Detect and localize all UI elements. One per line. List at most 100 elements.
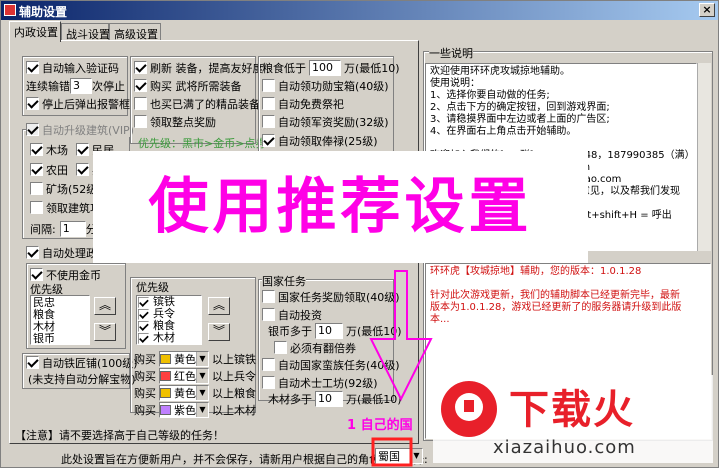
- color-select[interactable]: 黄色 ▼: [159, 384, 209, 401]
- bld-label: 农田: [46, 163, 68, 177]
- auto-row-3[interactable]: 自动领军资奖励(32级): [262, 114, 389, 129]
- checkbox[interactable]: [26, 123, 39, 136]
- buy-suffix: 以上木材: [212, 403, 256, 417]
- double-row[interactable]: 必须有翻倍券: [274, 340, 356, 355]
- checkbox[interactable]: [26, 61, 39, 74]
- dropdown-arrow-icon[interactable]: ▼: [196, 385, 208, 400]
- double-label: 必须有翻倍券: [290, 341, 356, 355]
- checkbox[interactable]: [30, 143, 43, 156]
- note-line: 欢迎使用环环虎攻城掠地辅助。: [430, 66, 570, 77]
- checkbox[interactable]: [137, 332, 150, 344]
- checkbox[interactable]: [30, 182, 43, 195]
- color-select[interactable]: 红色 ▼: [159, 367, 209, 384]
- wrong-count-suffix: 次停止: [92, 79, 125, 93]
- list-item[interactable]: 木材: [137, 332, 201, 344]
- wood-label: 木材多于: [268, 392, 312, 406]
- grain-row: 粮食低于 100 万(最低10): [262, 59, 400, 76]
- checkbox[interactable]: [262, 290, 275, 303]
- close-button[interactable]: ×: [699, 3, 715, 17]
- checkbox[interactable]: [76, 163, 89, 176]
- checkbox[interactable]: [262, 134, 275, 147]
- annotation-label: 1 自己的国: [347, 418, 413, 433]
- checkbox[interactable]: [262, 358, 275, 371]
- wood-input[interactable]: 10: [315, 390, 343, 407]
- priority-up-button[interactable]: ︽: [94, 297, 116, 315]
- annotation-arrow-icon: [369, 270, 433, 467]
- checkbox[interactable]: [30, 201, 43, 214]
- checkbox[interactable]: [134, 115, 147, 128]
- checkbox[interactable]: [26, 356, 39, 369]
- auto-row-4[interactable]: 自动领取俸禄(25级): [262, 133, 378, 148]
- tab-domestic[interactable]: 内政设置: [9, 21, 61, 42]
- color-select[interactable]: 黄色 ▼: [159, 350, 209, 367]
- silver-input[interactable]: 10: [315, 322, 343, 339]
- refresh-label: 刷新 装备，提高友好度: [150, 61, 264, 75]
- buy-weapon-label: 购买 武将所需装备: [150, 79, 242, 93]
- note-line: 2、点击下方的确定按钮，回到游戏界面;: [430, 102, 610, 113]
- priority2-up-button[interactable]: ︽: [208, 297, 230, 315]
- dropdown-arrow-icon[interactable]: ▼: [196, 368, 208, 383]
- interval-input[interactable]: 1: [59, 220, 86, 237]
- checkbox[interactable]: [262, 115, 275, 128]
- window-title: 辅助设置: [19, 5, 68, 19]
- priority-down-button[interactable]: ︾: [94, 323, 116, 341]
- buy-label: 购买: [134, 352, 156, 366]
- tiejiang-label: 自动铁匠铺(100级): [42, 356, 138, 370]
- checkbox[interactable]: [26, 246, 39, 259]
- verify-label: 自动输入验证码: [42, 61, 119, 75]
- checkbox[interactable]: [262, 79, 275, 92]
- wrong-count-input[interactable]: 3: [70, 77, 92, 94]
- list-item[interactable]: 银币: [33, 333, 87, 345]
- interval-label: 间隔:: [30, 222, 56, 236]
- bld-mine[interactable]: 矿场(52级): [30, 181, 102, 196]
- tiejiang-row[interactable]: 自动铁匠铺(100级): [26, 355, 138, 370]
- silver-label: 银币多于: [268, 324, 312, 338]
- color-select[interactable]: 紫色 ▼: [159, 401, 209, 418]
- checkbox[interactable]: [137, 296, 150, 308]
- dropdown-arrow-icon[interactable]: ▼: [196, 351, 208, 366]
- priority2-down-button[interactable]: ︾: [208, 323, 230, 341]
- version-line: 本...: [430, 314, 450, 325]
- checkbox[interactable]: [137, 320, 150, 332]
- tiejiang-note: (未支持自动分解宝物): [28, 372, 136, 386]
- checkbox[interactable]: [30, 268, 43, 281]
- checkbox[interactable]: [76, 143, 89, 156]
- checkbox[interactable]: [26, 97, 39, 110]
- stop-alarm-label: 停止后弹出报警框: [42, 97, 130, 111]
- checkbox[interactable]: [134, 97, 147, 110]
- checkbox[interactable]: [274, 341, 287, 354]
- upgrade-row[interactable]: 自动升级建筑(VIP): [26, 122, 134, 137]
- note-line: 使用说明：: [430, 78, 480, 89]
- buy-row-1: 购买 黄色 ▼ 以上镔铁: [134, 350, 256, 367]
- color-label: 紫色: [174, 403, 196, 417]
- tab-battle[interactable]: 战斗设置: [61, 23, 110, 41]
- notes-scrollbar[interactable]: [697, 63, 711, 251]
- dropdown-arrow-icon[interactable]: ▼: [196, 402, 208, 417]
- checkbox[interactable]: [134, 61, 147, 74]
- auto-row-1[interactable]: 自动领功勋宝箱(40级): [262, 78, 389, 93]
- auto-label: 自动领功勋宝箱(40级): [278, 79, 389, 93]
- priority2-list[interactable]: 镔铁 兵令 粮食 木材: [136, 295, 202, 345]
- refresh-row[interactable]: 刷新 装备，提高友好度: [134, 60, 264, 75]
- priority-list[interactable]: 民忠 粮食 木材 银币: [30, 295, 90, 345]
- auto-row-2[interactable]: 自动免费祭祀: [262, 96, 344, 111]
- color-swatch: [160, 370, 171, 381]
- buy-weapon-row[interactable]: 购买 武将所需装备: [134, 78, 242, 93]
- checkbox[interactable]: [137, 308, 150, 320]
- checkbox[interactable]: [262, 376, 275, 389]
- checkbox[interactable]: [30, 163, 43, 176]
- checkbox[interactable]: [262, 308, 275, 321]
- stop-alarm-row[interactable]: 停止后弹出报警框: [26, 96, 130, 111]
- verify-row[interactable]: 自动输入验证码: [26, 60, 119, 75]
- checkbox[interactable]: [262, 97, 275, 110]
- bld-farm[interactable]: 农田: [30, 162, 68, 177]
- invest-row[interactable]: 自动投资: [262, 307, 322, 322]
- grain-input[interactable]: 100: [309, 59, 341, 76]
- auto-label: 自动领军资奖励(32级): [278, 115, 389, 129]
- warning-note: 【注意】请不要选择高于自己等级的任务！: [15, 428, 224, 442]
- bld-wood[interactable]: 木场: [30, 142, 68, 157]
- checkbox[interactable]: [134, 79, 147, 92]
- tab-advanced[interactable]: 高级设置: [109, 23, 161, 41]
- also-buy-row[interactable]: 也买已满了的精品装备: [134, 96, 260, 111]
- collect-row[interactable]: 领取整点奖励: [134, 114, 216, 129]
